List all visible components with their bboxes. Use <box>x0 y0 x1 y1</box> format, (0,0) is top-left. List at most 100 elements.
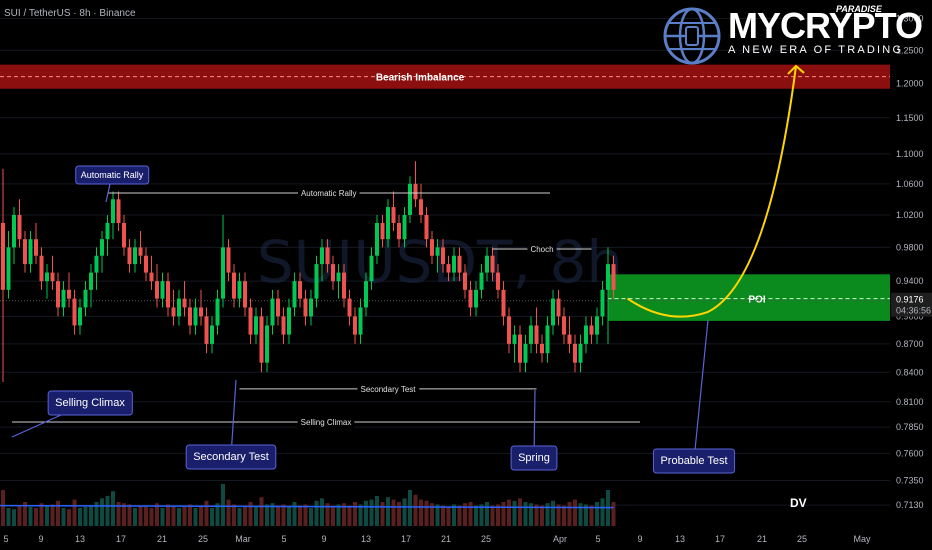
candle-body <box>551 298 555 326</box>
symbol-header: SUI / TetherUS · 8h · Binance <box>4 8 136 19</box>
candle-body <box>155 281 159 299</box>
time-tick-label: 13 <box>75 534 85 544</box>
automatic-rally-level-label: Automatic Rally <box>301 189 357 198</box>
volume-bar <box>199 505 203 526</box>
volume-bar <box>34 508 38 526</box>
volume-bar <box>380 502 385 526</box>
selling-climax-callout-label: Selling Climax <box>55 397 125 409</box>
candle-body <box>210 325 214 344</box>
candle <box>166 272 170 317</box>
volume-bar <box>39 503 44 526</box>
price-tick-label: 1.1500 <box>896 113 924 123</box>
candle-body <box>160 281 165 299</box>
price-axis: 1.30001.25001.20001.15001.10001.06001.02… <box>891 13 932 510</box>
candle-body <box>595 316 599 335</box>
candle-body <box>518 334 522 363</box>
volume-bar <box>237 508 242 526</box>
volume-bar <box>1 490 5 526</box>
volume-bar <box>424 500 429 526</box>
price-tick-label: 1.0600 <box>896 179 924 189</box>
candle-body <box>94 255 99 273</box>
candle-body <box>34 239 38 256</box>
candle <box>177 289 181 326</box>
volume-bar <box>133 508 137 526</box>
brand-tagline: A NEW ERA OF TRADING <box>728 44 904 56</box>
volume-bar <box>600 498 605 526</box>
price-tick-label: 1.0200 <box>896 210 924 220</box>
time-tick-label: May <box>853 534 871 544</box>
candle <box>226 239 231 282</box>
volume-bar <box>375 496 379 526</box>
probable-test-callout-pointer <box>693 319 709 461</box>
volume-bar <box>45 505 49 526</box>
time-tick-label: 13 <box>361 534 371 544</box>
candle <box>595 307 599 344</box>
candle <box>391 191 396 232</box>
brand-superscript: PARADISE <box>836 4 882 14</box>
candle-body <box>402 214 407 240</box>
volume-bar <box>248 502 253 526</box>
candle <box>17 199 22 248</box>
volume-bar <box>232 504 236 526</box>
candle-body <box>474 289 478 308</box>
time-tick-label: 25 <box>797 534 807 544</box>
volume-bar <box>171 505 176 526</box>
candle-body <box>479 272 484 290</box>
volume-bar <box>391 499 396 526</box>
candle <box>89 264 93 308</box>
candle-body <box>578 343 583 363</box>
candle-body <box>248 307 253 335</box>
probable-test-callout-label: Probable Test <box>660 455 727 467</box>
price-tick-label: 0.8700 <box>896 339 924 349</box>
candle <box>540 334 544 363</box>
candle-body <box>182 298 187 308</box>
volume-bar <box>243 505 247 526</box>
candle-body <box>573 343 577 363</box>
candle-body <box>292 281 297 308</box>
candle <box>105 214 110 256</box>
candle-body <box>512 334 517 344</box>
volume-bar <box>6 508 11 526</box>
candle-body <box>358 307 363 335</box>
candle-body <box>419 199 423 215</box>
choch-level-label: Choch <box>530 245 553 254</box>
volume-bar <box>281 504 286 526</box>
candle <box>23 231 27 273</box>
candle-body <box>259 316 264 363</box>
price-tick-label: 0.9800 <box>896 242 924 252</box>
candle-body <box>122 222 126 248</box>
volume-bar <box>320 498 324 526</box>
candle <box>61 281 66 317</box>
volume-bar <box>468 502 473 526</box>
candle-body <box>171 307 176 317</box>
candle-body <box>556 298 561 317</box>
candle <box>122 214 126 256</box>
candle-body <box>606 264 610 290</box>
candle-body <box>325 247 330 265</box>
candle <box>199 289 203 326</box>
candle-body <box>45 272 49 282</box>
price-tick-label: 0.8100 <box>896 397 924 407</box>
candle <box>551 289 555 335</box>
volume-bar <box>127 504 132 526</box>
price-chart[interactable]: SUIUSDT, 8h Bearish Imbalance POI Automat… <box>0 0 932 550</box>
candle-body <box>545 325 550 354</box>
candle-body <box>188 307 192 326</box>
candle-body <box>116 199 121 223</box>
candle-body <box>391 207 396 223</box>
poi-label: POI <box>748 295 765 306</box>
volume-bar <box>501 502 506 526</box>
candle <box>94 247 99 290</box>
candle-body <box>226 247 231 273</box>
candle-body <box>221 247 225 299</box>
candle-body <box>309 298 313 317</box>
volume-bar <box>413 494 418 526</box>
candle <box>111 191 115 240</box>
candle <box>72 289 77 335</box>
candle-body <box>380 222 385 240</box>
current-price-value: 0.9176 <box>896 295 924 305</box>
candle-body <box>204 316 209 344</box>
time-tick-label: 25 <box>481 534 491 544</box>
selling-climax-level-label: Selling Climax <box>301 418 352 427</box>
volume-bar <box>314 500 319 526</box>
